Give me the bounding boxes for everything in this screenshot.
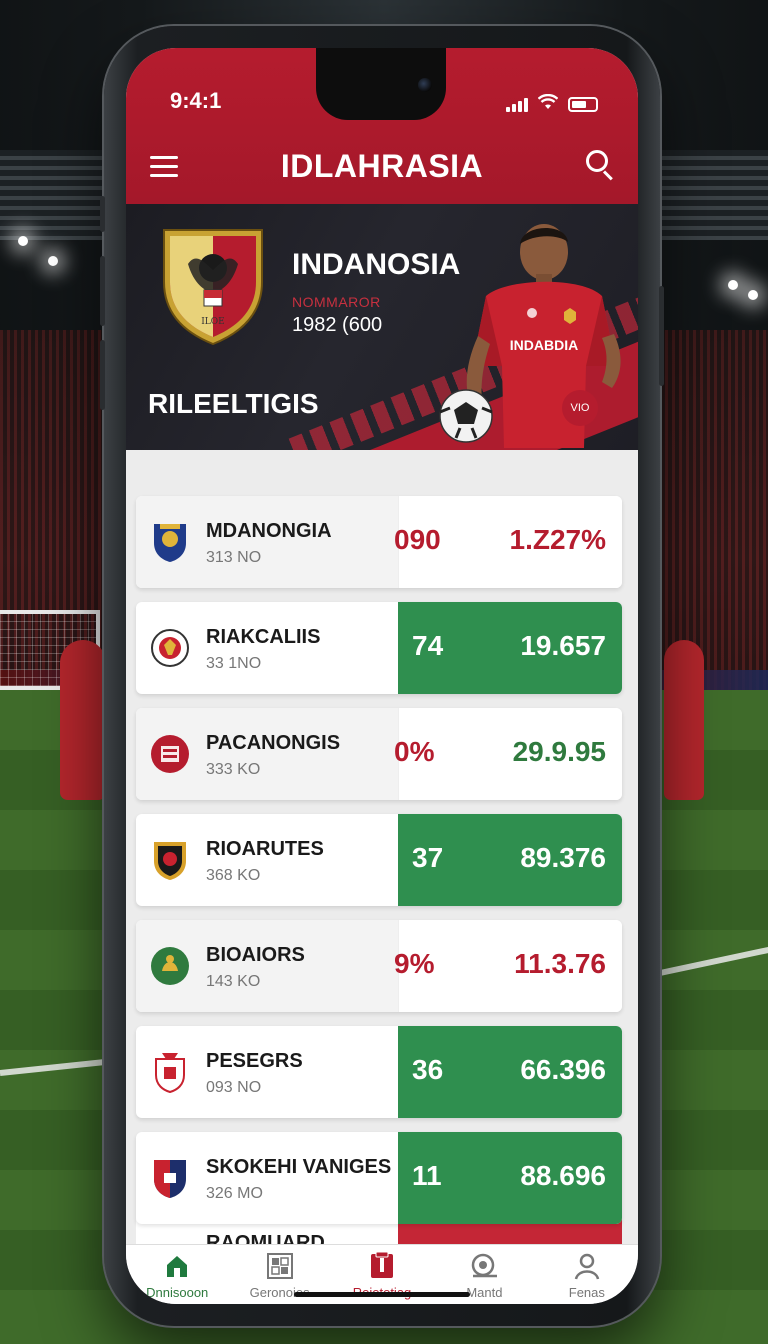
row-value: 1.Z27% — [509, 524, 607, 555]
battery-icon — [568, 97, 598, 112]
row-name: RIAKCALIIS — [206, 626, 321, 648]
team-logo-icon — [150, 1051, 190, 1094]
row-name: PACANONGIS — [206, 732, 341, 754]
status-icons — [506, 93, 598, 112]
row-subtitle: 333 KO — [206, 761, 261, 778]
front-camera — [418, 78, 432, 92]
list-item[interactable]: MDANONGIA 313 NO 090 1.Z27% — [136, 496, 622, 588]
list-item[interactable]: RIOARUTES 368 KO 37 89.376 — [136, 814, 622, 906]
floodlight — [18, 236, 28, 246]
team-label: NOMMAROR — [292, 294, 381, 310]
team-years: 1982 (600 — [292, 314, 383, 336]
row-subtitle: 143 KO — [206, 973, 261, 990]
profile-icon — [536, 1251, 638, 1281]
wifi-icon — [537, 93, 559, 112]
background-player — [664, 640, 704, 800]
row-stat: 9% — [394, 948, 435, 979]
document-icon — [331, 1251, 433, 1281]
phone-frame: 9:4:1 IDLAHRASIA ILOE INDANOSIA NOMMAROR… — [100, 26, 664, 1326]
row-name: BIOAIORS — [206, 944, 305, 966]
power-button — [659, 286, 664, 386]
list-item[interactable]: BIOAIORS 143 KO 9% 11.3.76 — [136, 920, 622, 1012]
row-subtitle: 326 MO — [206, 1185, 263, 1202]
team-ranking-list: RAOMUARD MDANONGIA 313 NO 090 1.Z27% RIAKCAL… — [126, 450, 638, 1246]
floodlight — [748, 290, 758, 300]
home-icon — [126, 1251, 228, 1281]
row-subtitle: 313 NO — [206, 549, 262, 566]
team-hero-banner[interactable]: ILOE INDANOSIA NOMMAROR 1982 (600 RILEEL… — [126, 204, 638, 450]
app-title: IDLAHRASIA — [280, 148, 484, 184]
row-value: 11.3.76 — [514, 948, 606, 979]
row-value: 19.657 — [520, 630, 606, 661]
signal-icon — [506, 98, 528, 112]
floodlight — [728, 280, 738, 290]
team-logo-icon — [150, 521, 190, 563]
row-stat: 090 — [394, 524, 441, 555]
status-time: 9:4:1 — [170, 88, 222, 113]
jersey-text: INDABDIA — [510, 337, 578, 353]
magnifier-icon — [433, 1251, 535, 1281]
team-logo-icon — [150, 627, 190, 669]
row-value: 66.396 — [520, 1054, 606, 1085]
team-logo-icon — [150, 839, 190, 881]
corner-badge: VIO — [562, 390, 598, 426]
nav-home[interactable]: Dnnisooon — [126, 1245, 228, 1304]
team-logo-icon — [150, 945, 190, 987]
team-logo-icon — [150, 1157, 190, 1199]
list-item[interactable]: RIAKCALIIS 33 1NO 74 19.657 — [136, 602, 622, 694]
app-screen: 9:4:1 IDLAHRASIA ILOE INDANOSIA NOMMAROR… — [126, 48, 638, 1304]
row-value: 89.376 — [520, 842, 606, 873]
row-stat: 11 — [412, 1160, 442, 1191]
row-stat: 37 — [412, 842, 444, 873]
row-name: MDANONGIA — [206, 520, 332, 542]
pitch-line — [0, 1057, 120, 1076]
hero-caption: RILEELTIGIS — [148, 388, 319, 419]
nav-label: Dnnisooon — [146, 1285, 209, 1300]
row-name: SKOKEHI VANIGES — [206, 1156, 392, 1178]
volume-down-button — [100, 340, 105, 410]
row-stat: 74 — [412, 630, 444, 661]
row-value: 29.9.95 — [512, 736, 606, 767]
pitch-line — [659, 945, 768, 976]
row-name: RIOARUTES — [206, 838, 324, 860]
row-subtitle: 093 NO — [206, 1079, 262, 1096]
list-item[interactable]: SKOKEHI VANIGES 326 MO 11 88.696 — [136, 1132, 622, 1224]
background-player — [60, 640, 106, 800]
home-indicator — [294, 1292, 470, 1297]
row-name: PESEGRS — [206, 1050, 303, 1072]
svg-text:ILOE: ILOE — [201, 317, 224, 327]
list-item[interactable]: PESEGRS 093 NO 36 66.396 — [136, 1026, 622, 1118]
row-value: 88.696 — [520, 1160, 606, 1191]
team-logo-icon — [150, 733, 190, 775]
nav-label: Fenas — [568, 1285, 605, 1300]
volume-up-button — [100, 256, 105, 326]
row-stat: 0% — [394, 736, 435, 767]
row-stat: 36 — [412, 1054, 444, 1085]
grid-icon — [228, 1251, 330, 1281]
nav-profile[interactable]: Fenas — [536, 1245, 638, 1304]
row-subtitle: 33 1NO — [206, 655, 262, 672]
search-icon[interactable] — [586, 150, 616, 181]
floodlight — [48, 256, 58, 266]
list-item[interactable]: PACANONGIS 333 KO 0% 29.9.95 — [136, 708, 622, 800]
row-subtitle: 368 KO — [206, 867, 261, 884]
team-crest-icon: ILOE — [163, 229, 263, 346]
mute-switch — [100, 196, 105, 232]
player-illustration: INDABDIA — [439, 224, 621, 448]
